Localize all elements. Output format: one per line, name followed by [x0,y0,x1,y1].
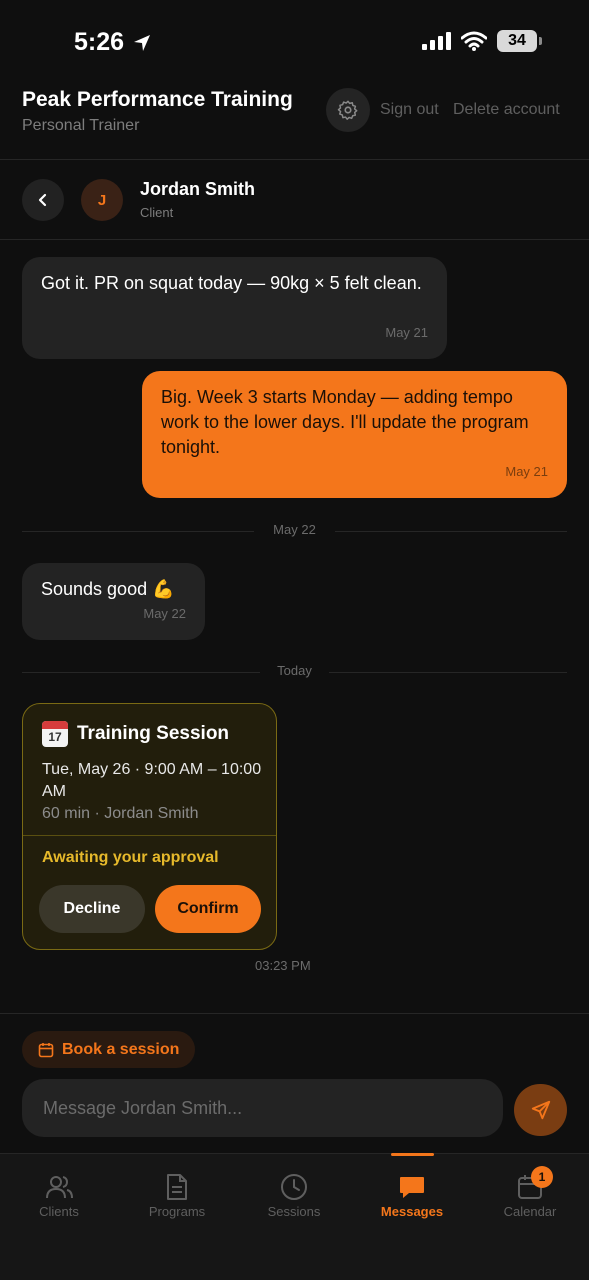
message-time: May 21 [385,325,428,340]
message-time: May 21 [505,464,548,479]
tab-clients[interactable]: Clients [0,1154,118,1234]
chat-header: J Jordan Smith Client [0,160,589,240]
battery-icon: 34 [497,30,542,52]
date-separator: May 22 [22,521,567,541]
message-text: Sounds good 💪 [41,579,175,599]
send-icon [531,1100,550,1120]
app-subtitle: Personal Trainer [22,117,140,134]
tab-label: Messages [380,1204,444,1219]
book-session-label: Book a session [62,1040,180,1058]
composer-divider [0,1013,589,1014]
sign-out-link[interactable]: Sign out [380,101,439,119]
message-input[interactable] [22,1079,503,1137]
tab-sessions[interactable]: Sessions [235,1154,353,1234]
session-card-time: 03:23 PM [255,958,311,973]
contact-name: Jordan Smith [140,179,256,199]
settings-button[interactable] [326,88,370,132]
session-status: Awaiting your approval [42,849,219,866]
back-button[interactable] [22,179,64,221]
send-button[interactable] [514,1084,567,1136]
calendar-icon [38,1042,54,1057]
message-bubble-outgoing: Big. Week 3 starts Monday — adding tempo… [142,371,567,498]
date-separator-label: May 22 [273,522,316,537]
tab-messages[interactable]: Messages [353,1154,471,1234]
tab-label: Sessions [267,1204,321,1219]
tab-bar: Clients Programs Sessions Messages Calen… [0,1153,589,1280]
location-arrow-icon [134,34,151,51]
clock-icon [281,1174,307,1200]
status-time: 5:26 [74,28,152,57]
tab-label: Calendar [503,1204,557,1219]
session-title: Training Session [77,723,230,744]
avatar: J [81,179,123,221]
status-indicators: 34 [421,30,542,52]
delete-account-link[interactable]: Delete account [453,101,560,119]
message-text: Got it. PR on squat today — 90kg × 5 fel… [41,273,422,293]
document-icon [167,1174,187,1200]
message-time: May 22 [143,606,186,621]
date-separator: Today [22,662,567,682]
tab-calendar[interactable]: Calendar [471,1154,589,1234]
chat-icon [400,1177,424,1198]
wifi-icon [461,31,487,51]
users-icon [46,1176,73,1199]
chevron-left-icon [38,193,47,207]
tab-programs[interactable]: Programs [118,1154,236,1234]
session-title-row: 17 Training Session [42,721,229,747]
date-separator-label: Today [277,663,312,678]
session-meta: 60 min · Jordan Smith [42,805,199,822]
clock-text: 5:26 [74,28,125,56]
calendar-badge: 1 [531,1166,553,1188]
message-bubble-incoming: Got it. PR on squat today — 90kg × 5 fel… [22,257,447,359]
app-header: Peak Performance Training Personal Train… [0,80,589,160]
decline-button[interactable]: Decline [39,885,145,933]
signal-icon [422,32,451,50]
book-session-button[interactable]: Book a session [22,1031,196,1068]
tab-label: Programs [148,1204,206,1219]
session-request-card: 17 Training Session Tue, May 26 · 9:00 A… [22,703,277,950]
session-divider [23,835,276,836]
confirm-button[interactable]: Confirm [155,885,261,933]
message-bubble-incoming: Sounds good 💪 May 22 [22,563,205,640]
gear-icon [337,100,358,120]
session-datetime: Tue, May 26 · 9:00 AM – 10:00 AM [42,761,262,800]
status-bar: 5:26 34 [0,0,589,80]
tab-label: Clients [39,1204,79,1219]
app-title: Peak Performance Training [22,88,293,111]
contact-role: Client [140,205,174,220]
message-text: Big. Week 3 starts Monday — adding tempo… [161,387,529,457]
calendar-emoji-icon: 17 [42,721,68,747]
